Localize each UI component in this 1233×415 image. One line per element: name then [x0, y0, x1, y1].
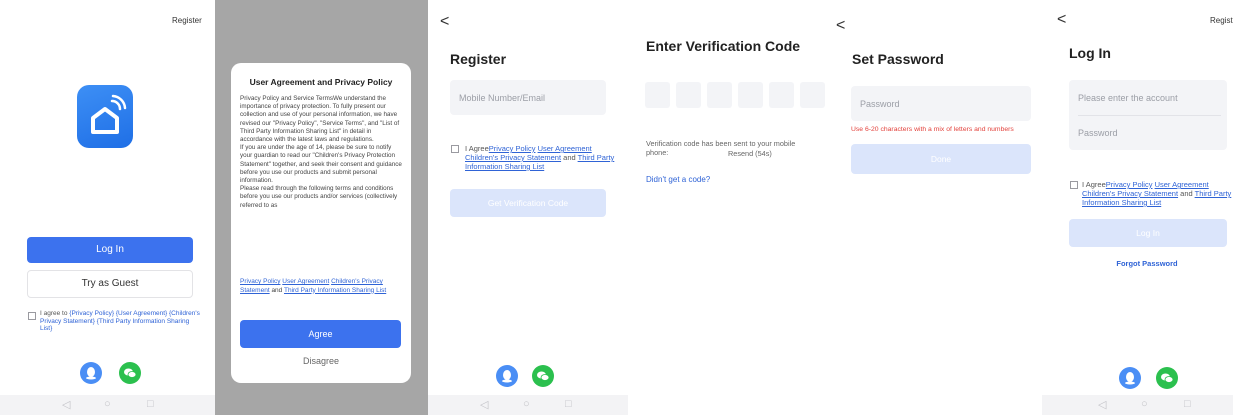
user-agreement-link[interactable]: User Agreement — [282, 278, 329, 285]
verification-code-screen: Enter Verification Code Verification cod… — [628, 0, 830, 415]
back-icon[interactable]: < — [440, 14, 449, 30]
privacy-policy-link[interactable]: Privacy Policy — [1106, 180, 1153, 189]
page-title: Set Password — [852, 51, 944, 67]
agreement-checkbox[interactable] — [1070, 181, 1078, 189]
system-nav-bar: ◁ ○ □ — [0, 395, 215, 415]
forgot-password-link[interactable]: Forgot Password — [1042, 259, 1233, 268]
wechat-icon[interactable] — [1156, 367, 1178, 389]
page-title: Register — [450, 51, 507, 67]
password-input[interactable]: Password — [851, 86, 1031, 121]
privacy-policy-link[interactable]: {Privacy Policy} — [69, 310, 114, 317]
password-input[interactable]: Password — [1078, 128, 1118, 138]
code-digit-box[interactable] — [707, 82, 732, 108]
input-divider — [1078, 115, 1221, 116]
dialog-links: Privacy Policy User Agreement Children's… — [240, 278, 403, 295]
back-icon[interactable]: < — [836, 18, 845, 34]
nav-home-icon[interactable]: ○ — [104, 398, 111, 410]
page-title: Enter Verification Code — [646, 38, 801, 54]
agreement-text: I AgreePrivacy Policy User Agreement Chi… — [465, 144, 615, 171]
didnt-get-code-link[interactable]: Didn't get a code? — [646, 175, 710, 184]
agreement-prefix: I agree to — [40, 310, 70, 317]
input-placeholder: Mobile Number/Email — [459, 93, 546, 103]
nav-recent-icon[interactable]: □ — [147, 398, 154, 410]
wechat-icon[interactable] — [119, 362, 141, 384]
privacy-dialog: User Agreement and Privacy Policy Privac… — [231, 63, 411, 383]
register-screen: < Register Mobile Number/Email I AgreePr… — [428, 0, 628, 415]
mobile-email-input[interactable]: Mobile Number/Email — [450, 80, 606, 115]
nav-back-icon[interactable]: ◁ — [480, 398, 488, 411]
try-as-guest-button[interactable]: Try as Guest — [27, 270, 193, 298]
agreement-checkbox[interactable] — [451, 145, 459, 153]
code-digit-box[interactable] — [645, 82, 670, 108]
agreement-prefix: I Agree — [465, 144, 489, 153]
login-screen: < Regist Log In Please enter the account… — [1042, 0, 1233, 415]
agreement-prefix: I Agree — [1082, 180, 1106, 189]
register-link[interactable]: Regist — [1210, 16, 1233, 25]
privacy-dialog-screen: User Agreement and Privacy Policy Privac… — [215, 0, 428, 415]
agreement-text: I agree to {Privacy Policy} {User Agreem… — [40, 310, 200, 333]
account-input[interactable]: Please enter the account — [1078, 93, 1178, 103]
login-button[interactable]: Log In — [1069, 219, 1227, 247]
third-party-link[interactable]: Third Party Information Sharing List — [284, 287, 386, 294]
code-digit-box[interactable] — [800, 82, 825, 108]
system-nav-bar: ◁ ○ □ — [428, 395, 628, 415]
back-icon[interactable]: < — [1057, 12, 1066, 28]
nav-home-icon[interactable]: ○ — [1141, 398, 1148, 410]
nav-recent-icon[interactable]: □ — [1184, 398, 1191, 410]
wechat-icon[interactable] — [532, 365, 554, 387]
code-digit-box[interactable] — [769, 82, 794, 108]
page-title: Log In — [1069, 45, 1111, 61]
login-button[interactable]: Log In — [27, 237, 193, 263]
code-sent-label: Verification code has been sent to your … — [646, 139, 796, 157]
login-form-inputs: Please enter the account Password — [1069, 80, 1227, 150]
dialog-body-text: Privacy Policy and Service TermsWe under… — [240, 95, 402, 209]
agreement-checkbox[interactable] — [28, 312, 36, 320]
nav-back-icon[interactable]: ◁ — [62, 398, 70, 411]
qq-icon[interactable] — [496, 365, 518, 387]
agreement-text: I AgreePrivacy Policy User Agreement Chi… — [1082, 180, 1232, 207]
qq-icon[interactable] — [80, 362, 102, 384]
register-link[interactable]: Register — [172, 16, 202, 25]
disagree-button[interactable]: Disagree — [231, 356, 411, 366]
user-agreement-link[interactable]: {User Agreement} — [116, 310, 167, 317]
set-password-screen: < Set Password Password Use 6-20 charact… — [830, 0, 1042, 415]
and-text: and — [561, 153, 578, 162]
childrens-privacy-link[interactable]: Children's Privacy Statement — [465, 153, 561, 162]
app-logo-icon — [77, 85, 133, 148]
nav-recent-icon[interactable]: □ — [565, 398, 572, 410]
code-digit-box[interactable] — [676, 82, 701, 108]
and-text: and — [1178, 189, 1195, 198]
resend-timer[interactable]: Resend (54s) — [728, 149, 772, 158]
input-placeholder: Password — [860, 99, 900, 109]
password-hint: Use 6-20 characters with a mix of letter… — [851, 126, 1014, 133]
user-agreement-link[interactable]: User Agreement — [1155, 180, 1209, 189]
qq-icon[interactable] — [1119, 367, 1141, 389]
privacy-policy-link[interactable]: Privacy Policy — [489, 144, 536, 153]
user-agreement-link[interactable]: User Agreement — [538, 144, 592, 153]
agree-button[interactable]: Agree — [240, 320, 401, 348]
system-nav-bar: ◁ ○ □ — [1042, 395, 1233, 415]
done-button[interactable]: Done — [851, 144, 1031, 174]
and-text: and — [269, 286, 284, 294]
dialog-title: User Agreement and Privacy Policy — [249, 77, 393, 87]
code-digit-box[interactable] — [738, 82, 763, 108]
get-verification-code-button[interactable]: Get Verification Code — [450, 189, 606, 217]
nav-back-icon[interactable]: ◁ — [1098, 398, 1106, 411]
privacy-policy-link[interactable]: Privacy Policy — [240, 278, 280, 285]
childrens-privacy-link[interactable]: Children's Privacy Statement — [1082, 189, 1178, 198]
welcome-screen: Register Log In Try as Guest I agree to … — [0, 0, 215, 415]
nav-home-icon[interactable]: ○ — [523, 398, 530, 410]
